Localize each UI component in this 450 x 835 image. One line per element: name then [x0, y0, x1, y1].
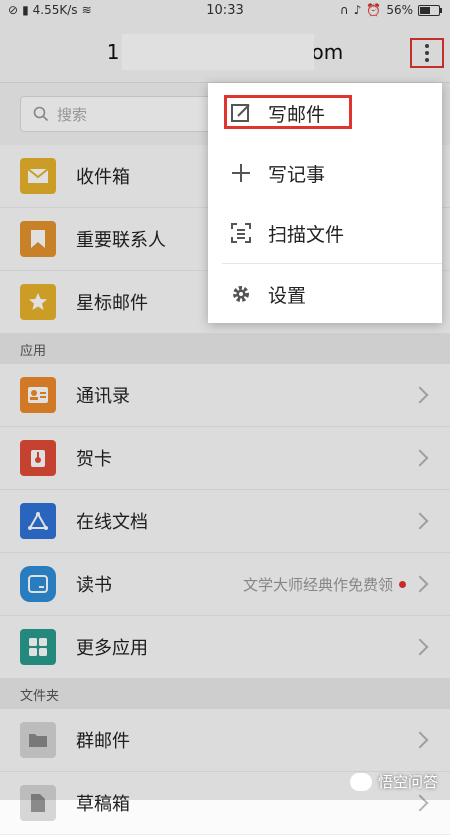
chevron-right-icon	[411, 512, 429, 530]
compose-icon	[231, 104, 250, 122]
apps-grid-icon	[20, 629, 56, 665]
chat-bubble-icon	[349, 772, 372, 791]
section-folders: 文件夹	[0, 679, 450, 709]
search-input[interactable]: 搜索	[20, 96, 220, 132]
plus-icon	[232, 164, 250, 182]
section-apps: 应用	[0, 334, 450, 364]
folder-label: 草稿箱	[76, 794, 130, 815]
app-header: 1 om	[0, 22, 450, 83]
app-contacts[interactable]: 通讯录	[0, 364, 450, 427]
chevron-right-icon	[411, 794, 429, 812]
search-placeholder: 搜索	[57, 105, 88, 124]
status-right: ∩ ♪ ⏰ 56%	[339, 3, 442, 17]
app-label: 贺卡	[76, 449, 112, 470]
menu-settings[interactable]: 设置	[208, 264, 442, 324]
account-title-end: om	[311, 40, 344, 64]
more-icon	[425, 44, 429, 48]
notification-dot	[399, 580, 406, 588]
watermark-text: 悟空问答	[377, 773, 438, 791]
watermark: 悟空问答	[349, 771, 438, 792]
contacts-icon	[20, 377, 56, 413]
menu-item-label: 扫描文件	[268, 223, 345, 246]
app-label: 在线文档	[76, 512, 148, 533]
menu-compose-mail[interactable]: 写邮件	[208, 83, 442, 143]
battery-icon	[418, 4, 442, 16]
account-title-start: 1	[106, 40, 120, 64]
online-doc-icon	[20, 503, 56, 539]
greeting-card-icon	[20, 440, 56, 476]
folder-icon	[20, 722, 56, 758]
bookmark-icon	[20, 221, 56, 257]
headset-icon: ∩	[339, 3, 349, 17]
folder-label: 群邮件	[76, 731, 130, 752]
app-more-apps[interactable]: 更多应用	[0, 616, 450, 679]
redaction-mask	[122, 34, 314, 70]
app-greeting-card[interactable]: 贺卡	[0, 427, 450, 490]
promo-hint: 文学大师经典作免费领	[242, 575, 393, 594]
menu-item-label: 写邮件	[268, 103, 326, 126]
app-reading[interactable]: 读书 文学大师经典作免费领	[0, 553, 450, 616]
overflow-menu: 写邮件 写记事 扫描文件 设置	[208, 83, 442, 323]
inbox-icon	[20, 158, 56, 194]
mute-icon: ♪	[353, 3, 362, 17]
app-label: 更多应用	[76, 638, 148, 659]
app-label: 读书	[76, 575, 112, 596]
gear-icon	[233, 286, 249, 302]
status-bar: ⊘ ▮ 4.55K/s ≋ 10:33 ∩ ♪ ⏰ 56%	[0, 0, 450, 22]
chevron-right-icon	[411, 575, 429, 593]
menu-write-note[interactable]: 写记事	[208, 143, 442, 203]
star-icon	[20, 284, 56, 320]
folder-group-mail[interactable]: 群邮件	[0, 709, 450, 772]
chevron-right-icon	[411, 449, 429, 467]
app-online-docs[interactable]: 在线文档	[0, 490, 450, 553]
alarm-icon: ⏰	[366, 3, 382, 17]
chevron-right-icon	[411, 638, 429, 656]
draft-icon	[20, 785, 56, 821]
more-options-button[interactable]	[410, 38, 444, 68]
scan-icon	[231, 223, 251, 243]
menu-item-label: 设置	[268, 284, 307, 307]
battery-percent: 56%	[386, 3, 413, 17]
search-icon	[33, 106, 49, 122]
book-icon	[20, 566, 56, 602]
menu-item-label: 写记事	[268, 163, 326, 186]
chevron-right-icon	[411, 386, 429, 404]
menu-scan-document[interactable]: 扫描文件	[208, 203, 442, 263]
app-label: 通讯录	[76, 386, 130, 407]
chevron-right-icon	[411, 731, 429, 749]
